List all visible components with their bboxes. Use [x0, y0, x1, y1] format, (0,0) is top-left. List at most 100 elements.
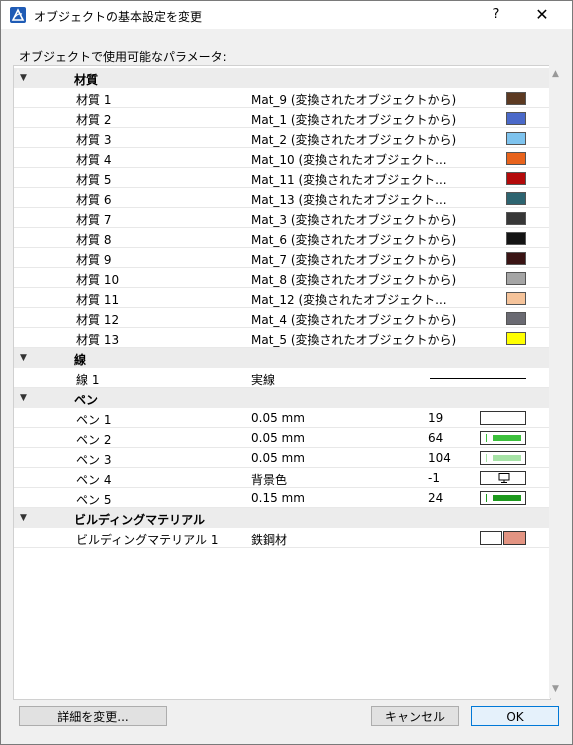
- param-value: Mat_11 (変換されたオブジェクト...: [251, 173, 447, 187]
- title-bar: オブジェクトの基本設定を変更 ? ✕: [1, 1, 572, 29]
- material-color-swatch[interactable]: [506, 232, 526, 245]
- pen-color-bar: [493, 455, 521, 461]
- param-name: 材質 8: [76, 233, 112, 247]
- cancel-button[interactable]: キャンセル: [371, 706, 459, 726]
- param-name: 線 1: [76, 373, 100, 387]
- material-row[interactable]: 材質 3 Mat_2 (変換されたオブジェクトから): [14, 128, 550, 148]
- material-row[interactable]: 材質 4 Mat_10 (変換されたオブジェクト...: [14, 148, 550, 168]
- building-material-row[interactable]: ビルディングマテリアル 1 鉄鋼材: [14, 528, 550, 548]
- param-value: 0.05 mm: [251, 431, 305, 445]
- section-building-materials[interactable]: ▼ ビルディングマテリアル: [14, 508, 550, 528]
- collapse-caret-icon[interactable]: ▼: [20, 393, 27, 403]
- pen-sample[interactable]: [480, 431, 526, 445]
- pen-row[interactable]: ペン 1 0.05 mm 19: [14, 408, 550, 428]
- vertical-scrollbar[interactable]: ▲ ▼: [549, 65, 562, 698]
- pen-row[interactable]: ペン 3 0.05 mm 104: [14, 448, 550, 468]
- help-button[interactable]: ?: [483, 5, 509, 25]
- pen-row[interactable]: ペン 2 0.05 mm 64: [14, 428, 550, 448]
- pen-index: 64: [428, 431, 444, 445]
- window-title: オブジェクトの基本設定を変更: [34, 10, 203, 24]
- param-value: Mat_5 (変換されたオブジェクトから): [251, 333, 457, 347]
- section-title: ビルディングマテリアル: [74, 513, 206, 527]
- param-value: Mat_1 (変換されたオブジェクトから): [251, 113, 457, 127]
- material-color-swatch[interactable]: [506, 332, 526, 345]
- material-row[interactable]: 材質 12 Mat_4 (変換されたオブジェクトから): [14, 308, 550, 328]
- material-row[interactable]: 材質 5 Mat_11 (変換されたオブジェクト...: [14, 168, 550, 188]
- material-color-swatch[interactable]: [506, 152, 526, 165]
- material-color-swatch[interactable]: [506, 92, 526, 105]
- param-name: 材質 11: [76, 293, 120, 307]
- change-details-button[interactable]: 詳細を変更...: [19, 706, 167, 726]
- param-name: 材質 10: [76, 273, 120, 287]
- param-value: Mat_4 (変換されたオブジェクトから): [251, 313, 457, 327]
- param-value: 0.05 mm: [251, 451, 305, 465]
- material-color-swatch[interactable]: [506, 272, 526, 285]
- building-material-color-swatch[interactable]: [503, 531, 526, 545]
- material-row[interactable]: 材質 9 Mat_7 (変換されたオブジェクトから): [14, 248, 550, 268]
- pen-sample[interactable]: [480, 411, 526, 425]
- param-value: Mat_6 (変換されたオブジェクトから): [251, 233, 457, 247]
- parameters-label: オブジェクトで使用可能なパラメータ:: [19, 50, 227, 64]
- pen-sample[interactable]: [480, 491, 526, 505]
- section-materials[interactable]: ▼ 材質: [14, 68, 550, 88]
- monitor-icon: [498, 473, 510, 483]
- material-color-swatch[interactable]: [506, 212, 526, 225]
- collapse-caret-icon[interactable]: ▼: [20, 353, 27, 363]
- param-value: 背景色: [251, 473, 288, 487]
- material-color-swatch[interactable]: [506, 112, 526, 125]
- pen-tick: [486, 494, 487, 502]
- collapse-caret-icon[interactable]: ▼: [20, 513, 27, 523]
- scroll-up-icon[interactable]: ▲: [549, 69, 562, 79]
- material-color-swatch[interactable]: [506, 132, 526, 145]
- material-row[interactable]: 材質 2 Mat_1 (変換されたオブジェクトから): [14, 108, 550, 128]
- parameter-list[interactable]: ▼ 材質 材質 1 Mat_9 (変換されたオブジェクトから) 材質 2 Mat_1 …: [13, 65, 551, 700]
- pen-sample[interactable]: [480, 471, 526, 485]
- param-name: 材質 2: [76, 113, 112, 127]
- line-row[interactable]: 線 1 実線: [14, 368, 550, 388]
- pen-row[interactable]: ペン 4 背景色 -1: [14, 468, 550, 488]
- param-name: 材質 12: [76, 313, 120, 327]
- section-title: 材質: [74, 73, 99, 87]
- section-pens[interactable]: ▼ ペン: [14, 388, 550, 408]
- pen-index: 19: [428, 411, 444, 425]
- material-row[interactable]: 材質 8 Mat_6 (変換されたオブジェクトから): [14, 228, 550, 248]
- material-color-swatch[interactable]: [506, 192, 526, 205]
- surface-swatch[interactable]: [480, 531, 502, 545]
- pen-index: -1: [428, 471, 440, 485]
- material-row[interactable]: 材質 7 Mat_3 (変換されたオブジェクトから): [14, 208, 550, 228]
- param-value: 実線: [251, 373, 276, 387]
- ok-button[interactable]: OK: [471, 706, 559, 726]
- pen-color-bar: [493, 495, 521, 501]
- archicad-app-icon: [10, 7, 26, 23]
- close-button[interactable]: ✕: [527, 5, 557, 25]
- material-color-swatch[interactable]: [506, 252, 526, 265]
- param-name: 材質 9: [76, 253, 112, 267]
- pen-row[interactable]: ペン 5 0.15 mm 24: [14, 488, 550, 508]
- material-row[interactable]: 材質 13 Mat_5 (変換されたオブジェクトから): [14, 328, 550, 348]
- pen-index: 24: [428, 491, 444, 505]
- section-lines[interactable]: ▼ 線: [14, 348, 550, 368]
- param-name: 材質 6: [76, 193, 112, 207]
- param-name: ペン 5: [76, 493, 112, 507]
- material-row[interactable]: 材質 6 Mat_13 (変換されたオブジェクト...: [14, 188, 550, 208]
- material-row[interactable]: 材質 11 Mat_12 (変換されたオブジェクト...: [14, 288, 550, 308]
- collapse-caret-icon[interactable]: ▼: [20, 73, 27, 83]
- param-name: ペン 3: [76, 453, 112, 467]
- material-row[interactable]: 材質 10 Mat_8 (変換されたオブジェクトから): [14, 268, 550, 288]
- pen-index: 104: [428, 451, 451, 465]
- param-value: Mat_12 (変換されたオブジェクト...: [251, 293, 447, 307]
- material-color-swatch[interactable]: [506, 172, 526, 185]
- param-name: 材質 5: [76, 173, 112, 187]
- param-value: 0.05 mm: [251, 411, 305, 425]
- scroll-down-icon[interactable]: ▼: [549, 684, 562, 694]
- material-row[interactable]: 材質 1 Mat_9 (変換されたオブジェクトから): [14, 88, 550, 108]
- param-value: Mat_10 (変換されたオブジェクト...: [251, 153, 447, 167]
- param-name: 材質 1: [76, 93, 112, 107]
- material-color-swatch[interactable]: [506, 292, 526, 305]
- param-value: Mat_2 (変換されたオブジェクトから): [251, 133, 457, 147]
- section-title: 線: [74, 353, 87, 367]
- pen-tick: [486, 454, 487, 462]
- material-color-swatch[interactable]: [506, 312, 526, 325]
- param-name: 材質 3: [76, 133, 112, 147]
- pen-sample[interactable]: [480, 451, 526, 465]
